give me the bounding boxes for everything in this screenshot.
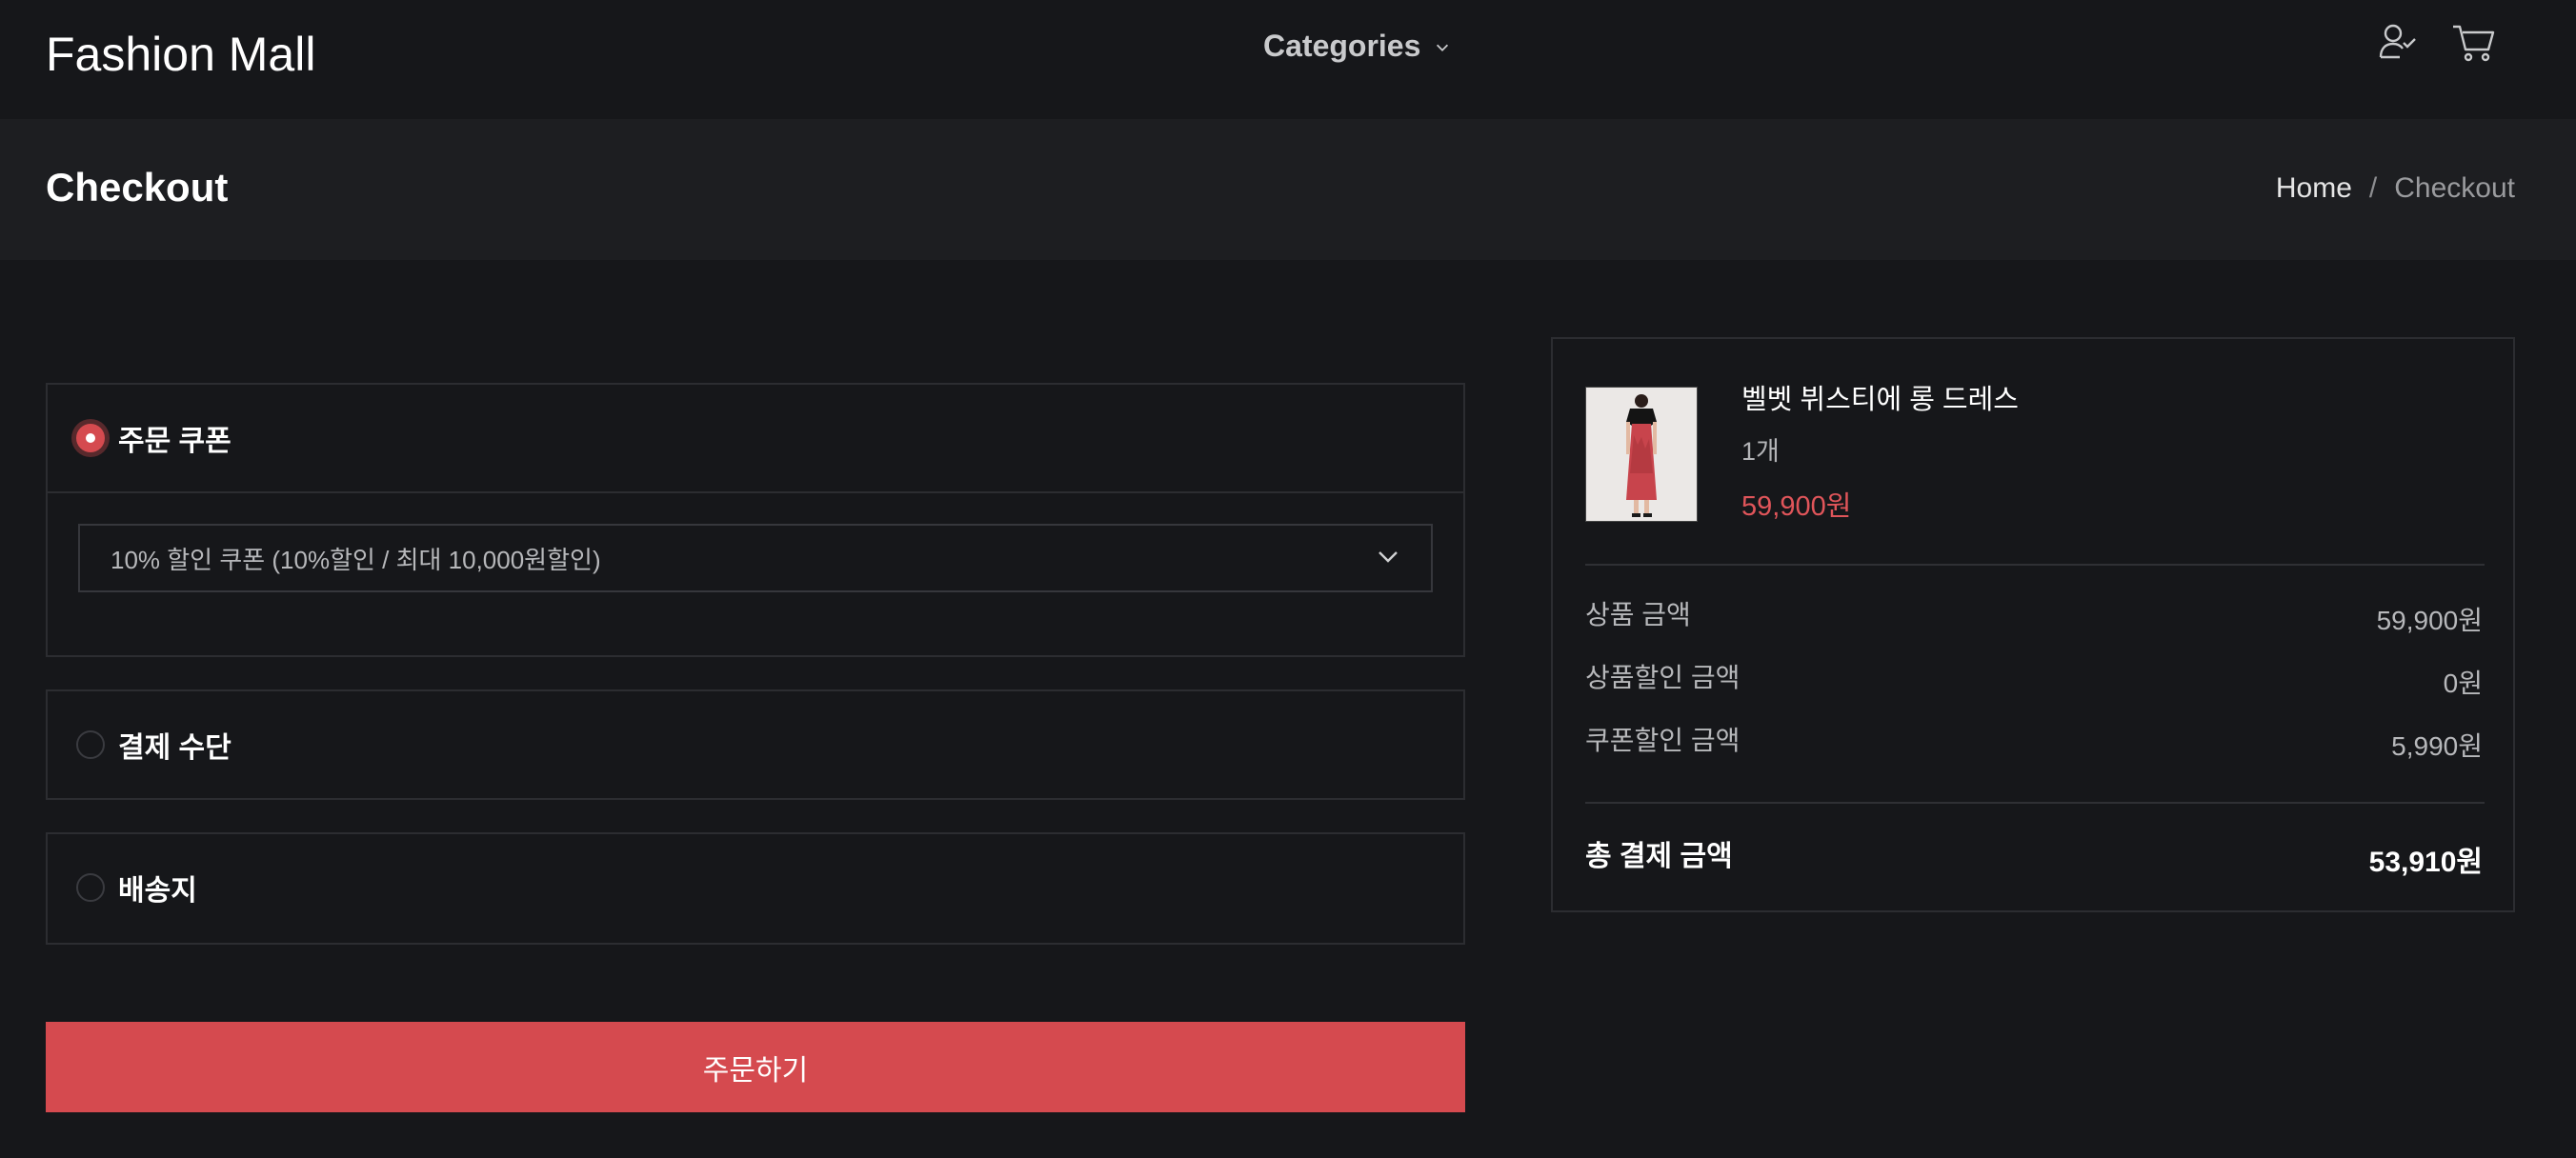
- payment-section-label: 결제 수단: [118, 732, 231, 764]
- coupon-select[interactable]: 10% 할인 쿠폰 (10%할인 / 최대 10,000원할인): [78, 524, 1433, 592]
- product-discount-value: 0원: [2443, 669, 2483, 698]
- breadcrumb: Home / Checkout: [2276, 172, 2515, 205]
- subtotal-label: 상품 금액: [1585, 600, 1691, 629]
- brand-logo[interactable]: Fashion Mall: [46, 27, 315, 82]
- summary-divider: [1585, 564, 2485, 566]
- payment-section: 결제 수단: [46, 689, 1465, 800]
- categories-menu[interactable]: Categories: [1263, 29, 1451, 64]
- coupon-section-toggle[interactable]: 주문 쿠폰: [48, 385, 1463, 491]
- breadcrumb-home-link[interactable]: Home: [2276, 172, 2352, 205]
- product-discount-label: 상품할인 금액: [1585, 663, 1741, 692]
- breadcrumb-separator: /: [2368, 172, 2378, 204]
- breadcrumb-current: Checkout: [2394, 172, 2515, 204]
- coupon-section-body: 10% 할인 쿠폰 (10%할인 / 최대 10,000원할인): [48, 491, 1463, 651]
- product-thumbnail[interactable]: [1585, 387, 1698, 522]
- coupon-radio[interactable]: [76, 424, 105, 452]
- user-check-icon[interactable]: [2375, 19, 2423, 67]
- total-label: 총 결제 금액: [1585, 841, 1733, 872]
- shipping-section-toggle[interactable]: 배송지: [48, 834, 1463, 941]
- place-order-button[interactable]: 주문하기: [46, 1022, 1465, 1112]
- coupon-section: 주문 쿠폰 10% 할인 쿠폰 (10%할인 / 최대 10,000원할인): [46, 383, 1465, 657]
- coupon-discount-label: 쿠폰할인 금액: [1585, 726, 1741, 755]
- coupon-section-label: 주문 쿠폰: [118, 426, 231, 457]
- total-value: 53,910원: [2368, 847, 2483, 878]
- subtotal-value: 59,900원: [2376, 606, 2483, 635]
- shipping-radio[interactable]: [76, 873, 105, 902]
- page-title: Checkout: [46, 165, 229, 210]
- order-summary: 벨벳 뷔스티에 롱 드레스 1개 59,900원 상품 금액 59,900원 상…: [1551, 337, 2515, 912]
- payment-radio[interactable]: [76, 730, 105, 759]
- product-quantity: 1개: [1741, 437, 1780, 466]
- shipping-section: 배송지: [46, 832, 1465, 945]
- product-price: 59,900원: [1741, 491, 1852, 522]
- coupon-select-value: 10% 할인 쿠폰 (10%할인 / 최대 10,000원할인): [111, 545, 601, 574]
- shipping-section-label: 배송지: [118, 875, 197, 907]
- page-header: Checkout Home / Checkout: [0, 119, 2576, 260]
- cart-icon[interactable]: [2450, 19, 2498, 67]
- coupon-discount-value: 5,990원: [2391, 731, 2483, 761]
- top-navigation: Fashion Mall Categories: [0, 0, 2576, 119]
- payment-section-toggle[interactable]: 결제 수단: [48, 691, 1463, 798]
- summary-divider: [1585, 802, 2485, 804]
- product-name[interactable]: 벨벳 뷔스티에 롱 드레스: [1741, 377, 2019, 417]
- chevron-down-icon: [1434, 29, 1451, 64]
- chevron-down-icon: [1376, 544, 1400, 573]
- categories-label: Categories: [1263, 29, 1421, 63]
